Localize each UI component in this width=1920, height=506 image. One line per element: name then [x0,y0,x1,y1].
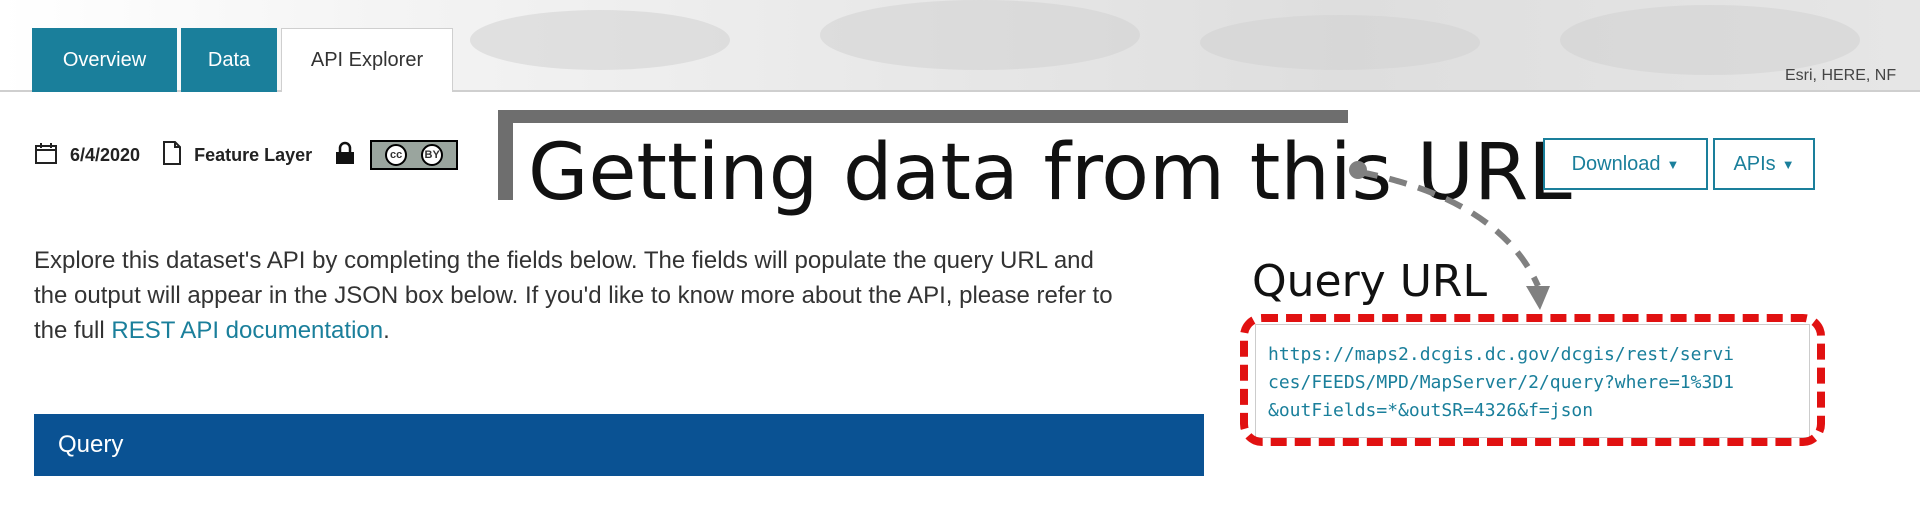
query-section-header[interactable]: Query [34,414,1204,476]
description-line-3-suffix: . [383,317,390,344]
description-line-3-prefix: the full [34,317,112,344]
download-button[interactable]: Download ▼ [1543,138,1708,190]
license-badge[interactable]: cc BY [370,140,459,170]
tab-bar: Overview Data API Explorer [32,28,457,92]
query-url-title: Query URL [1252,256,1487,307]
tab-overview[interactable]: Overview [32,28,177,92]
lock-icon [334,141,356,170]
map-attribution: Esri, HERE, NF [1785,67,1897,84]
description-line-3: the full REST API documentation. [34,313,1214,348]
attribution-by-icon: BY [421,144,444,166]
calendar-icon [34,141,58,170]
chevron-down-icon: ▼ [1781,156,1795,172]
tab-data[interactable]: Data [181,28,277,92]
description-line-2: the output will appear in the JSON box b… [34,282,1113,309]
rest-api-doc-link[interactable]: REST API documentation [111,317,383,344]
tab-api-explorer[interactable]: API Explorer [281,28,453,92]
description-line-1: Explore this dataset's API by completing… [34,247,1094,274]
apis-label: APIs [1733,152,1776,175]
dataset-date: 6/4/2020 [70,144,141,165]
document-icon [162,140,182,170]
download-label: Download [1571,152,1661,175]
query-section-title: Query [58,431,124,458]
cc-icon: cc [385,144,408,166]
callout-text: Getting data from this URL [528,128,1572,218]
api-description: Explore this dataset's API by completing… [34,243,1214,348]
highlight-frame [1240,314,1825,446]
apis-button[interactable]: APIs ▼ [1713,138,1815,190]
dataset-type: Feature Layer [194,144,313,165]
dataset-meta: 6/4/2020 Feature Layer cc BY [34,138,459,172]
chevron-down-icon: ▼ [1666,156,1680,172]
